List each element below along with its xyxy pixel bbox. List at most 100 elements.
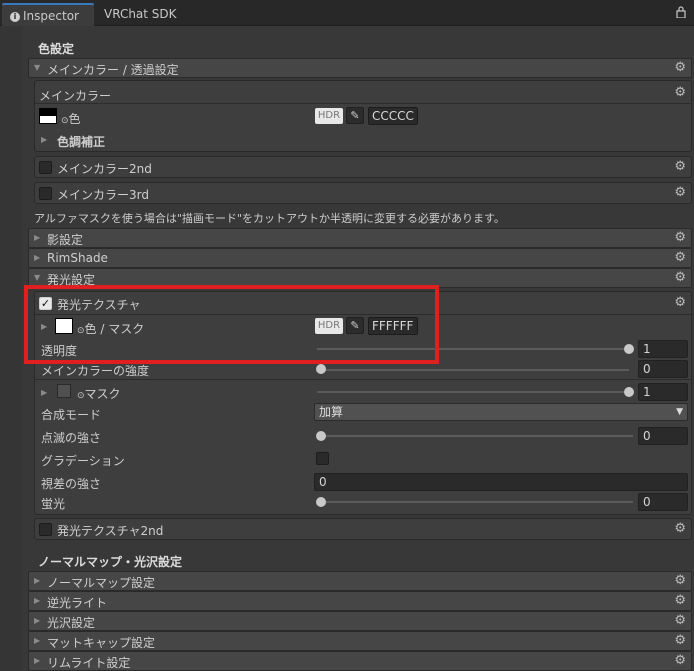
emission-texture-2nd-label: 発光テクスチャ2nd xyxy=(57,524,164,538)
tab-inspector-label: Inspector xyxy=(23,9,79,23)
fluorescence-slider-thumb[interactable] xyxy=(316,497,326,507)
main-color-bar[interactable]: ▼ メインカラー / 透過設定 ⚙ xyxy=(28,58,692,78)
main-color-strength-slider-thumb[interactable] xyxy=(316,364,326,374)
backlight-bar[interactable]: ▶ 逆光ライト ⚙ xyxy=(28,591,692,611)
left-indent-strip xyxy=(0,26,22,671)
main-color-label: ⊙色 xyxy=(61,110,81,127)
gear-icon[interactable]: ⚙ xyxy=(674,521,686,536)
shadow-settings-bar[interactable]: ▶ 影設定 ⚙ xyxy=(28,228,692,248)
gear-icon[interactable]: ⚙ xyxy=(674,295,686,310)
gear-icon[interactable]: ⚙ xyxy=(674,633,686,648)
main-color-box-title: メインカラー xyxy=(39,89,112,103)
mask-slider-track[interactable] xyxy=(317,391,629,393)
color-adjust-label[interactable]: 色調補正 xyxy=(57,133,105,150)
gear-icon[interactable]: ⚙ xyxy=(674,270,686,285)
lock-icon[interactable] xyxy=(676,6,686,18)
blink-strength-slider-track[interactable] xyxy=(317,435,633,437)
gloss-settings-label: 光沢設定 xyxy=(47,616,96,630)
mask-label-text: マスク xyxy=(84,387,121,401)
main-color-3rd-checkbox[interactable] xyxy=(39,187,52,200)
eyedropper-icon[interactable]: ✎ xyxy=(346,107,364,124)
backlight-label: 逆光ライト xyxy=(47,596,108,610)
tab-vrchat-sdk[interactable]: VRChat SDK xyxy=(95,3,186,26)
mask-value-field[interactable]: 1 xyxy=(638,383,688,401)
shadow-settings-label: 影設定 xyxy=(47,233,84,247)
gear-icon[interactable]: ⚙ xyxy=(674,159,686,174)
rimshade-bar[interactable]: ▶ RimShade ⚙ xyxy=(28,248,692,268)
matcap-settings-label: マットキャップ設定 xyxy=(47,636,156,650)
triangle-right-icon: ▶ xyxy=(34,656,41,665)
triangle-right-icon[interactable]: ▶ xyxy=(41,388,47,397)
main-color-strength-label: メインカラーの強度 xyxy=(41,364,150,378)
rimlight-settings-bar[interactable]: ▶ リムライト設定 ⚙ xyxy=(28,651,692,671)
divider xyxy=(35,103,691,104)
parallax-strength-field[interactable]: 0 xyxy=(314,473,688,491)
main-color-box: メインカラー ⚙ ⊙色 HDR ✎ CCCCC ▶ 色調補正 xyxy=(34,80,692,152)
triangle-right-icon: ▶ xyxy=(34,253,41,262)
main-color-strength-value-field[interactable]: 0 xyxy=(638,360,688,378)
rimshade-label: RimShade xyxy=(47,251,108,265)
triangle-right-icon: ▶ xyxy=(34,576,41,585)
emission-texture-2nd-bar[interactable]: 発光テクスチャ2nd ⚙ xyxy=(34,518,692,540)
triangle-right-icon: ▶ xyxy=(34,233,41,242)
triangle-down-icon: ▼ xyxy=(34,273,41,282)
gradation-checkbox[interactable] xyxy=(316,452,329,465)
matcap-settings-bar[interactable]: ▶ マットキャップ設定 ⚙ xyxy=(28,631,692,651)
normal-gloss-heading: ノーマルマップ・光沢設定 xyxy=(38,555,183,569)
alpha-mask-note: アルファマスクを使う場合は"描画モード"をカットアウトか半透明に変更する必要があ… xyxy=(34,212,505,225)
hdr-button[interactable]: HDR xyxy=(315,108,343,124)
gradation-label: グラデーション xyxy=(41,454,125,468)
mask-label: ⊙マスク xyxy=(77,385,121,402)
blink-strength-value-field[interactable]: 0 xyxy=(638,427,688,445)
blink-strength-slider-thumb[interactable] xyxy=(316,431,326,441)
tab-bar: i Inspector VRChat SDK xyxy=(0,0,694,26)
gear-icon[interactable]: ⚙ xyxy=(674,185,686,200)
gear-icon[interactable]: ⚙ xyxy=(674,573,686,588)
gear-icon[interactable]: ⚙ xyxy=(674,60,686,75)
main-color-2nd-bar[interactable]: メインカラー2nd ⚙ xyxy=(34,156,692,178)
fluorescence-slider-track[interactable] xyxy=(317,501,633,503)
blend-mode-dropdown[interactable]: 加算 ▼ xyxy=(314,403,688,421)
main-color-2nd-checkbox[interactable] xyxy=(39,161,52,174)
rimlight-settings-label: リムライト設定 xyxy=(47,656,131,670)
normal-map-settings-bar[interactable]: ▶ ノーマルマップ設定 ⚙ xyxy=(28,571,692,591)
gloss-settings-bar[interactable]: ▶ 光沢設定 ⚙ xyxy=(28,611,692,631)
main-color-texture-thumb[interactable] xyxy=(39,108,57,124)
gear-icon[interactable]: ⚙ xyxy=(674,250,686,265)
main-color-bar-label: メインカラー / 透過設定 xyxy=(47,63,179,77)
thumb-top xyxy=(40,109,56,116)
tab-inspector[interactable]: i Inspector xyxy=(2,3,94,26)
gear-icon[interactable]: ⚙ xyxy=(674,613,686,628)
fluorescence-value-field[interactable]: 0 xyxy=(638,493,688,511)
triangle-right-icon[interactable]: ▶ xyxy=(41,135,47,144)
circle-dot-icon: ⊙ xyxy=(61,116,69,126)
normal-map-settings-label: ノーマルマップ設定 xyxy=(47,576,156,590)
mask-texture-thumb[interactable] xyxy=(57,384,71,398)
mask-slider-thumb[interactable] xyxy=(624,387,634,397)
opacity-value-field[interactable]: 1 xyxy=(638,340,688,358)
info-icon: i xyxy=(10,11,20,22)
parallax-strength-label: 視差の強さ xyxy=(41,477,102,491)
gear-icon[interactable]: ⚙ xyxy=(674,593,686,608)
circle-dot-icon: ⊙ xyxy=(77,391,85,401)
gear-icon[interactable]: ⚙ xyxy=(674,85,686,100)
main-color-3rd-label: メインカラー3rd xyxy=(57,188,149,202)
blend-mode-label: 合成モード xyxy=(41,408,102,422)
highlight-rectangle xyxy=(24,285,439,364)
triangle-right-icon: ▶ xyxy=(34,636,41,645)
main-color-strength-slider-track[interactable] xyxy=(317,369,629,371)
blend-mode-value: 加算 xyxy=(319,405,344,419)
triangle-right-icon: ▶ xyxy=(34,596,41,605)
main-color-label-text: 色 xyxy=(68,112,81,126)
gear-icon[interactable]: ⚙ xyxy=(674,653,686,668)
main-color-2nd-label: メインカラー2nd xyxy=(57,162,152,176)
emission-texture-2nd-checkbox[interactable] xyxy=(39,523,52,536)
main-color-hex-field[interactable]: CCCCC xyxy=(368,107,418,125)
triangle-down-icon: ▼ xyxy=(34,63,41,72)
main-color-3rd-bar[interactable]: メインカラー3rd ⚙ xyxy=(34,182,692,204)
gear-icon[interactable]: ⚙ xyxy=(674,230,686,245)
blink-strength-label: 点滅の強さ xyxy=(41,431,102,445)
tab-vrchat-sdk-label: VRChat SDK xyxy=(104,7,177,21)
opacity-slider-thumb[interactable] xyxy=(624,344,634,354)
divider xyxy=(35,379,691,380)
